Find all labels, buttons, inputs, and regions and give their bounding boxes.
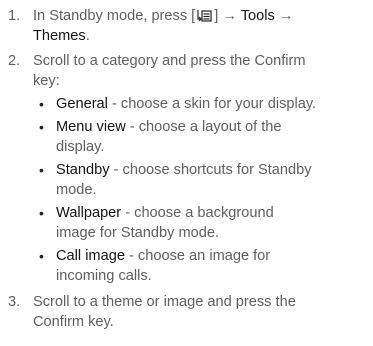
bullet-term: Wallpaper	[56, 205, 122, 221]
bullet-term: General	[56, 96, 108, 112]
step-1-themes: Themes	[33, 28, 86, 44]
bullet-icon: •	[39, 96, 44, 112]
bullet-term: Standby	[56, 162, 110, 178]
bullet-icon: •	[39, 248, 44, 264]
step-3-number: 3.	[8, 294, 21, 310]
bullet-icon: •	[39, 205, 44, 221]
step-1-number: 1.	[8, 8, 21, 24]
bullet-icon: •	[39, 162, 44, 178]
step-1-text: In Standby mode, press [	[33, 8, 196, 24]
menu-key-icon	[197, 10, 212, 22]
step-2-text: Scroll to a category and press the Confi…	[33, 53, 306, 69]
bullet-term: Menu view	[56, 119, 126, 135]
step-1-tools: Tools	[240, 8, 275, 24]
instruction-list: 1. In Standby mode, press [ ] → Tools → …	[8, 8, 317, 330]
bullet-icon: •	[39, 119, 44, 135]
step-2-number: 2.	[8, 53, 21, 69]
bullet-term: Call image	[56, 248, 125, 264]
step-3-text: Scroll to a theme or image and press the	[33, 294, 296, 310]
